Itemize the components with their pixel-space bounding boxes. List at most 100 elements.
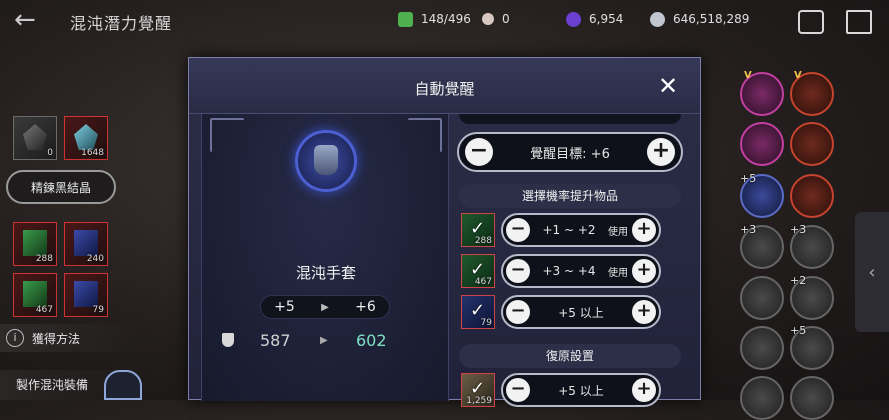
equipment-slot[interactable]: V bbox=[740, 70, 784, 116]
blue-scroll-checkbox[interactable]: ✓ 79 bbox=[461, 295, 495, 329]
range-stepper: − +5 以上 + bbox=[501, 373, 661, 407]
item-count: 0 bbox=[47, 148, 53, 158]
info-icon: i bbox=[6, 329, 24, 347]
equipment-slot[interactable] bbox=[740, 122, 784, 166]
equipment-slot[interactable]: +3 bbox=[740, 223, 784, 269]
section-boost-items: 選擇機率提升物品 bbox=[459, 184, 681, 208]
range-stepper: − +3 ~ +4 使用 + bbox=[501, 254, 661, 288]
range-sep: 以上 bbox=[579, 305, 604, 320]
target-label: 覺醒目標: bbox=[530, 146, 587, 162]
equipment-slot[interactable] bbox=[740, 376, 784, 420]
item-count: 240 bbox=[86, 254, 104, 264]
scroll-slot-1[interactable]: 288 bbox=[13, 222, 57, 266]
black-crystal-icon bbox=[23, 124, 47, 150]
equipment-slot[interactable]: +2 bbox=[790, 274, 834, 320]
equipment-slot[interactable]: V bbox=[790, 70, 834, 116]
gauntlet-icon bbox=[314, 145, 338, 175]
green-scroll-checkbox[interactable]: ✓ 467 bbox=[461, 254, 495, 288]
stat-change: 587 ▶ 602 bbox=[222, 329, 432, 351]
scroll-slot-2[interactable]: 240 bbox=[64, 222, 108, 266]
close-icon[interactable]: ✕ bbox=[655, 74, 681, 100]
minus-button[interactable]: − bbox=[506, 378, 530, 402]
plus-button[interactable]: + bbox=[632, 378, 656, 402]
auto-awaken-dialog: 自動覺醒 ✕ 混沌手套 +5 ▶ +6 587 ▶ 602 − 覺醒目標: +6… bbox=[188, 57, 701, 407]
range-to: +4 bbox=[577, 264, 596, 278]
restore-scroll-checkbox[interactable]: ✓ 1,259 bbox=[461, 373, 495, 407]
use-label: 使用 bbox=[608, 226, 628, 238]
level-to: +6 bbox=[355, 299, 376, 315]
ornament-corner bbox=[210, 118, 244, 152]
equipment-slot[interactable]: +5 bbox=[790, 324, 834, 370]
stat-from: 587 bbox=[260, 330, 291, 350]
enhance-level: +2 bbox=[790, 274, 807, 287]
storage-icon[interactable] bbox=[798, 10, 824, 34]
exit-icon[interactable] bbox=[846, 10, 872, 34]
refine-black-crystal-button[interactable]: 精鍊黑結晶 bbox=[6, 170, 116, 204]
minus-button[interactable]: − bbox=[506, 259, 530, 283]
chaos-gear-icon[interactable] bbox=[104, 370, 142, 400]
awaken-target-stepper: − 覺醒目標: +6 + bbox=[457, 132, 683, 172]
blue-scroll-icon bbox=[74, 281, 98, 307]
restore-option: ✓ 1,259 − +5 以上 + bbox=[461, 372, 685, 410]
section-restore-settings: 復原設置 bbox=[459, 344, 681, 368]
boost-option-3: ✓ 79 − +5 以上 + bbox=[461, 294, 685, 332]
item-name: 混沌手套 bbox=[295, 264, 356, 282]
black-crystal-slot[interactable]: 0 bbox=[13, 116, 57, 160]
range-stepper: − +5 以上 + bbox=[501, 295, 661, 329]
range-to: +2 bbox=[577, 223, 596, 237]
dialog-header: 自動覺醒 ✕ bbox=[189, 58, 700, 114]
how-to-obtain-button[interactable]: i 獲得方法 bbox=[0, 324, 140, 352]
grade-badge: V bbox=[744, 70, 752, 81]
refined-crystal-slot[interactable]: 1648 bbox=[64, 116, 108, 160]
range-from: +5 bbox=[558, 383, 576, 398]
resource-value: 148/496 bbox=[421, 12, 471, 26]
expand-panel-tab[interactable]: ‹ bbox=[855, 212, 889, 332]
range-text: +5 以上 bbox=[530, 382, 632, 399]
equipment-slot[interactable] bbox=[790, 122, 834, 166]
use-label: 使用 bbox=[608, 267, 628, 279]
arrow-right-icon: ▶ bbox=[321, 301, 329, 313]
resource-value: 6,954 bbox=[589, 12, 624, 26]
item-slot bbox=[295, 130, 357, 192]
enhance-level: +3 bbox=[740, 223, 757, 236]
item-preview-panel: 混沌手套 +5 ▶ +6 587 ▶ 602 bbox=[201, 114, 449, 401]
dialog-title: 自動覺醒 bbox=[414, 80, 475, 98]
purple-orb-icon bbox=[566, 11, 581, 27]
range-text: +3 ~ +4 bbox=[530, 264, 608, 278]
resource-purple: 6,954 bbox=[566, 10, 623, 28]
green-scroll-icon bbox=[23, 281, 47, 307]
cyan-crystal-icon bbox=[74, 124, 98, 150]
range-text: +1 ~ +2 bbox=[530, 223, 608, 237]
equipment-slot[interactable]: +5 bbox=[740, 172, 784, 218]
minus-button[interactable]: − bbox=[506, 300, 530, 324]
target-text: 覺醒目標: +6 bbox=[530, 143, 610, 162]
minus-button[interactable]: − bbox=[465, 138, 493, 166]
minus-button[interactable]: − bbox=[506, 218, 530, 242]
chevron-left-icon: ‹ bbox=[868, 261, 876, 283]
page-title: 混沌潛力覺醒 bbox=[70, 14, 173, 33]
range-sep: ~ bbox=[563, 223, 575, 237]
enhance-level: +5 bbox=[740, 172, 757, 185]
silver-coin-icon bbox=[650, 11, 665, 27]
plus-button[interactable]: + bbox=[632, 300, 656, 324]
equipment-slot[interactable] bbox=[740, 326, 784, 370]
equipment-slot[interactable] bbox=[790, 174, 834, 218]
item-count: 1648 bbox=[81, 148, 104, 158]
scroll-slot-4[interactable]: 79 bbox=[64, 273, 108, 317]
shield-icon bbox=[222, 333, 234, 347]
range-text: +5 以上 bbox=[530, 304, 632, 321]
arrow-right-icon: ▶ bbox=[320, 334, 328, 346]
green-scroll-checkbox[interactable]: ✓ 288 bbox=[461, 213, 495, 247]
equipment-slot[interactable]: +3 bbox=[790, 223, 834, 269]
scroll-slot-3[interactable]: 467 bbox=[13, 273, 57, 317]
item-count: 79 bbox=[480, 318, 492, 328]
range-from: +3 bbox=[542, 264, 561, 278]
plus-button[interactable]: + bbox=[632, 259, 656, 283]
plus-button[interactable]: + bbox=[632, 218, 656, 242]
target-value: +6 bbox=[590, 146, 610, 162]
equipment-slot[interactable] bbox=[740, 276, 784, 320]
resource-value: 0 bbox=[502, 12, 510, 26]
plus-button[interactable]: + bbox=[646, 138, 675, 166]
back-arrow-icon[interactable]: ← bbox=[14, 6, 46, 34]
equipment-slot[interactable] bbox=[790, 376, 834, 420]
